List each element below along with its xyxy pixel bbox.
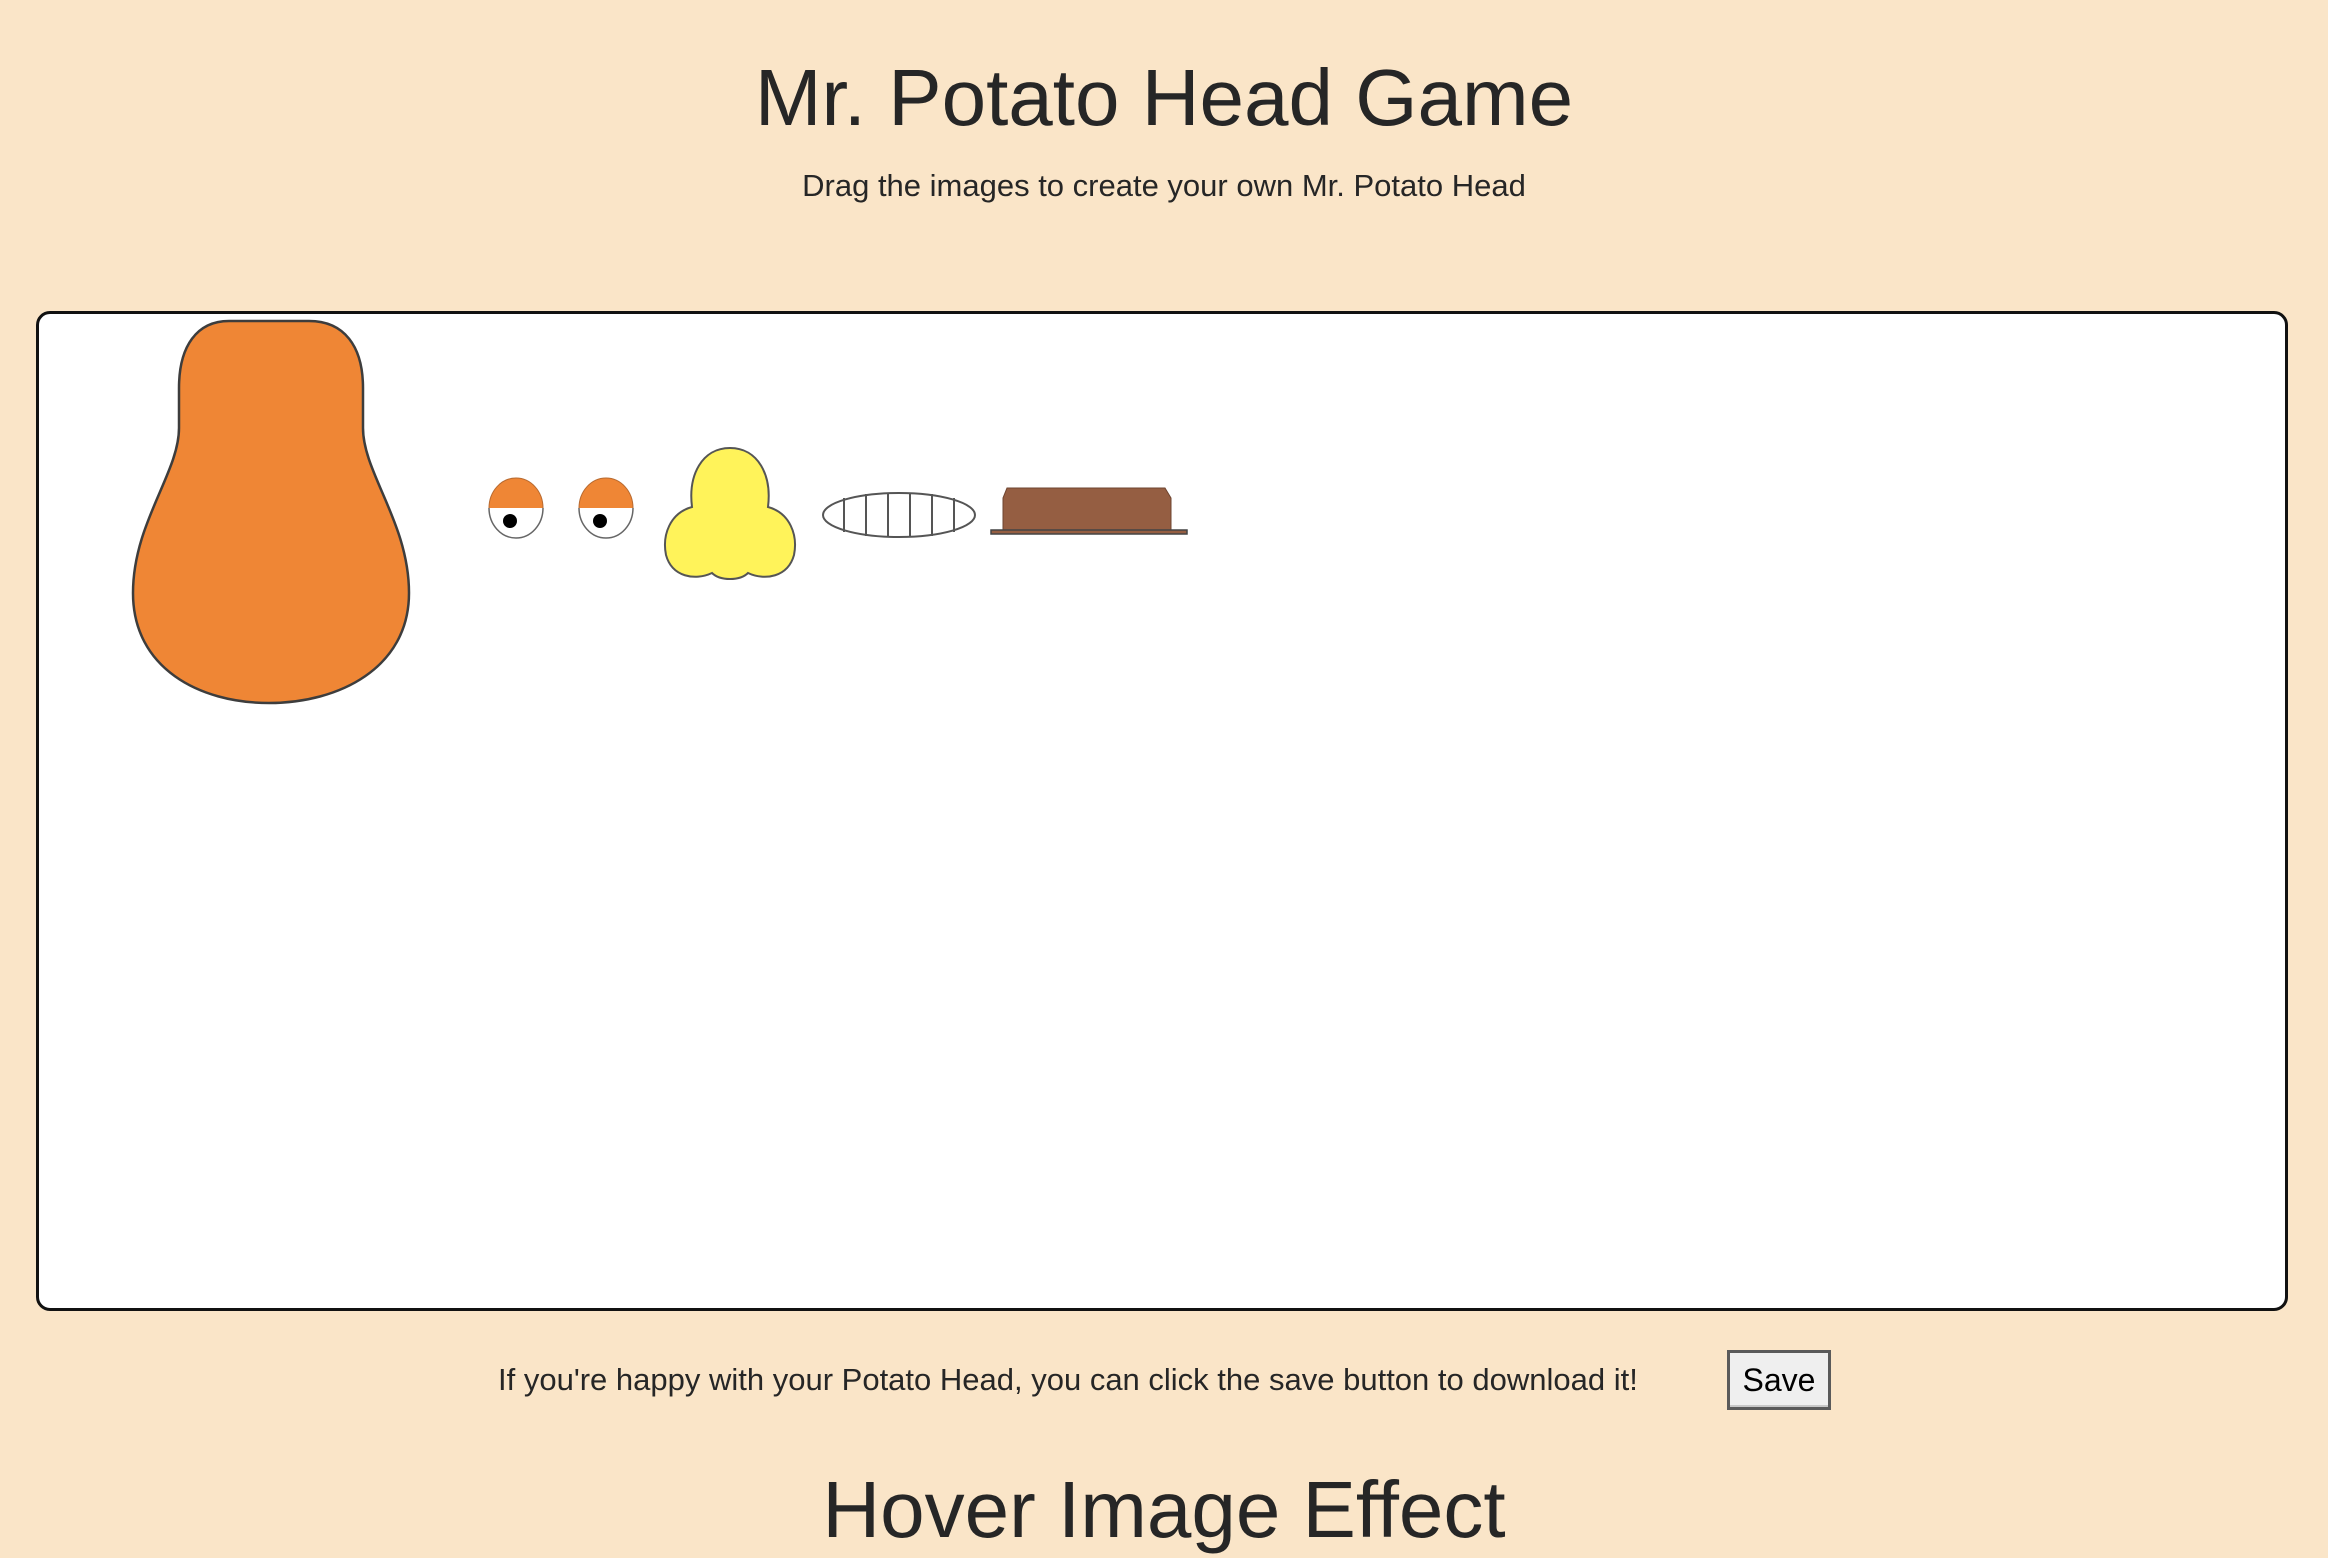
page-title: Mr. Potato Head Game [754,53,1574,142]
mouth-image[interactable] [820,489,978,541]
nose-image[interactable] [660,445,800,585]
save-instructions: If you're happy with your Potato Head, y… [498,1362,1638,1397]
potato-head-canvas[interactable] [36,311,2288,1311]
hat-image[interactable] [989,484,1189,540]
left-eye-image[interactable] [486,476,546,550]
right-eye-image[interactable] [576,476,636,550]
save-button[interactable]: Save [1727,1350,1831,1410]
page-subtitle: Drag the images to create your own Mr. P… [802,168,1526,203]
hover-image-effect-heading: Hover Image Effect [822,1465,1506,1554]
potato-body-image[interactable] [129,318,413,710]
